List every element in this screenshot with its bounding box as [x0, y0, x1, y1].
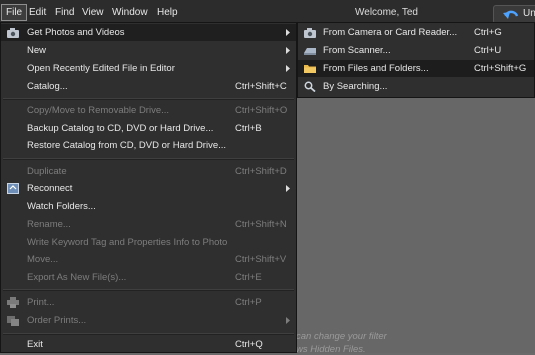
- menu-item-print[interactable]: Print... Ctrl+P: [1, 294, 296, 311]
- menu-edit[interactable]: Edit: [25, 4, 50, 21]
- welcome-text: Welcome, Ted: [355, 7, 418, 18]
- submenu-item-camera[interactable]: From Camera or Card Reader... Ctrl+G: [298, 24, 534, 41]
- submenu-item-scanner[interactable]: From Scanner... Ctrl+U: [298, 42, 534, 59]
- menu-item-label: Order Prints...: [27, 315, 87, 326]
- hint-text-2: ws Hidden Files.: [296, 344, 366, 355]
- menu-separator: [3, 333, 294, 335]
- menu-item-label: Move...: [27, 254, 59, 265]
- submenu-item-shortcut: Ctrl+U: [474, 45, 502, 56]
- menu-item-copy-move[interactable]: Copy/Move to Removable Drive... Ctrl+Shi…: [1, 102, 296, 119]
- submenu-item-shortcut: Ctrl+G: [474, 27, 502, 38]
- menu-item-duplicate[interactable]: Duplicate Ctrl+Shift+D: [1, 163, 296, 180]
- menu-item-shortcut: Ctrl+E: [235, 272, 262, 283]
- menu-item-rename[interactable]: Rename... Ctrl+Shift+N: [1, 216, 296, 233]
- menu-item-shortcut: Ctrl+B: [235, 123, 262, 134]
- menu-item-shortcut: Ctrl+Shift+C: [235, 81, 287, 92]
- menu-find[interactable]: Find: [51, 4, 78, 21]
- menu-item-label: Get Photos and Videos: [27, 27, 125, 38]
- search-icon: [304, 81, 316, 93]
- menu-item-label: Duplicate: [27, 166, 67, 177]
- menu-item-shortcut: Ctrl+P: [235, 297, 262, 308]
- menu-item-label: Write Keyword Tag and Properties Info to…: [27, 237, 228, 248]
- menu-item-shortcut: Ctrl+Q: [235, 339, 263, 350]
- menu-item-restore-catalog[interactable]: Restore Catalog from CD, DVD or Hard Dri…: [1, 137, 296, 154]
- menu-item-shortcut: Ctrl+Shift+N: [235, 219, 287, 230]
- submenu-item-files-folders[interactable]: From Files and Folders... Ctrl+Shift+G: [298, 60, 534, 77]
- menu-item-reconnect[interactable]: Reconnect: [1, 180, 296, 197]
- menu-item-backup-catalog[interactable]: Backup Catalog to CD, DVD or Hard Drive.…: [1, 120, 296, 137]
- menu-item-label: Open Recently Edited File in Editor: [27, 63, 175, 74]
- menu-item-label: Export As New File(s)...: [27, 272, 127, 283]
- menu-item-label: Reconnect: [27, 183, 73, 194]
- menu-separator: [3, 98, 294, 100]
- undo-label: Un: [523, 8, 535, 19]
- menu-item-export[interactable]: Export As New File(s)... Ctrl+E: [1, 269, 296, 286]
- menu-item-order-prints[interactable]: Order Prints...: [1, 312, 296, 329]
- hint-text-1: can change your filter: [296, 331, 387, 342]
- menu-item-shortcut: Ctrl+Shift+O: [235, 105, 288, 116]
- menu-item-open-recent[interactable]: Open Recently Edited File in Editor: [1, 60, 296, 77]
- menu-file[interactable]: File: [1, 4, 28, 21]
- menu-item-write-keyword[interactable]: Write Keyword Tag and Properties Info to…: [1, 234, 296, 251]
- get-photos-submenu: From Camera or Card Reader... Ctrl+G Fro…: [297, 22, 535, 98]
- submenu-item-label: From Camera or Card Reader...: [323, 27, 458, 38]
- menu-help[interactable]: Help: [153, 4, 182, 21]
- menu-item-label: Watch Folders...: [27, 201, 96, 212]
- menu-view[interactable]: View: [78, 4, 108, 21]
- undo-icon: [503, 10, 519, 19]
- menu-item-shortcut: Ctrl+Shift+V: [235, 254, 287, 265]
- menu-item-exit[interactable]: Exit Ctrl+Q: [1, 336, 296, 353]
- order-prints-icon: [7, 315, 19, 326]
- submenu-item-label: From Scanner...: [323, 45, 391, 56]
- menu-item-label: Copy/Move to Removable Drive...: [27, 105, 170, 116]
- camera-icon: [7, 27, 19, 38]
- menu-window[interactable]: Window: [108, 4, 152, 21]
- menu-separator: [3, 289, 294, 291]
- menu-item-new[interactable]: New: [1, 42, 296, 59]
- reconnect-icon: [7, 183, 19, 194]
- menu-item-label: Catalog...: [27, 81, 68, 92]
- menu-item-move[interactable]: Move... Ctrl+Shift+V: [1, 251, 296, 268]
- menu-item-label: New: [27, 45, 47, 56]
- printer-icon: [7, 297, 19, 308]
- menu-item-label: Backup Catalog to CD, DVD or Hard Drive.…: [27, 123, 214, 134]
- menu-item-shortcut: Ctrl+Shift+D: [235, 166, 287, 177]
- menu-item-get-photos[interactable]: Get Photos and Videos: [1, 24, 296, 41]
- submenu-item-by-searching[interactable]: By Searching...: [298, 78, 534, 95]
- submenu-item-shortcut: Ctrl+Shift+G: [474, 63, 527, 74]
- scanner-icon: [304, 45, 316, 56]
- menu-separator: [3, 158, 294, 160]
- menu-item-label: Rename...: [27, 219, 71, 230]
- folder-icon: [304, 63, 316, 74]
- camera-icon: [304, 27, 316, 38]
- menu-item-label: Exit: [27, 339, 43, 350]
- menu-item-label: Print...: [27, 297, 55, 308]
- submenu-item-label: From Files and Folders...: [323, 63, 429, 74]
- file-menu: Get Photos and Videos New Open Recently …: [0, 22, 297, 353]
- submenu-item-label: By Searching...: [323, 81, 388, 92]
- menu-item-label: Restore Catalog from CD, DVD or Hard Dri…: [27, 140, 227, 151]
- menu-item-catalog[interactable]: Catalog... Ctrl+Shift+C: [1, 78, 296, 95]
- menu-item-watch-folders[interactable]: Watch Folders...: [1, 198, 296, 215]
